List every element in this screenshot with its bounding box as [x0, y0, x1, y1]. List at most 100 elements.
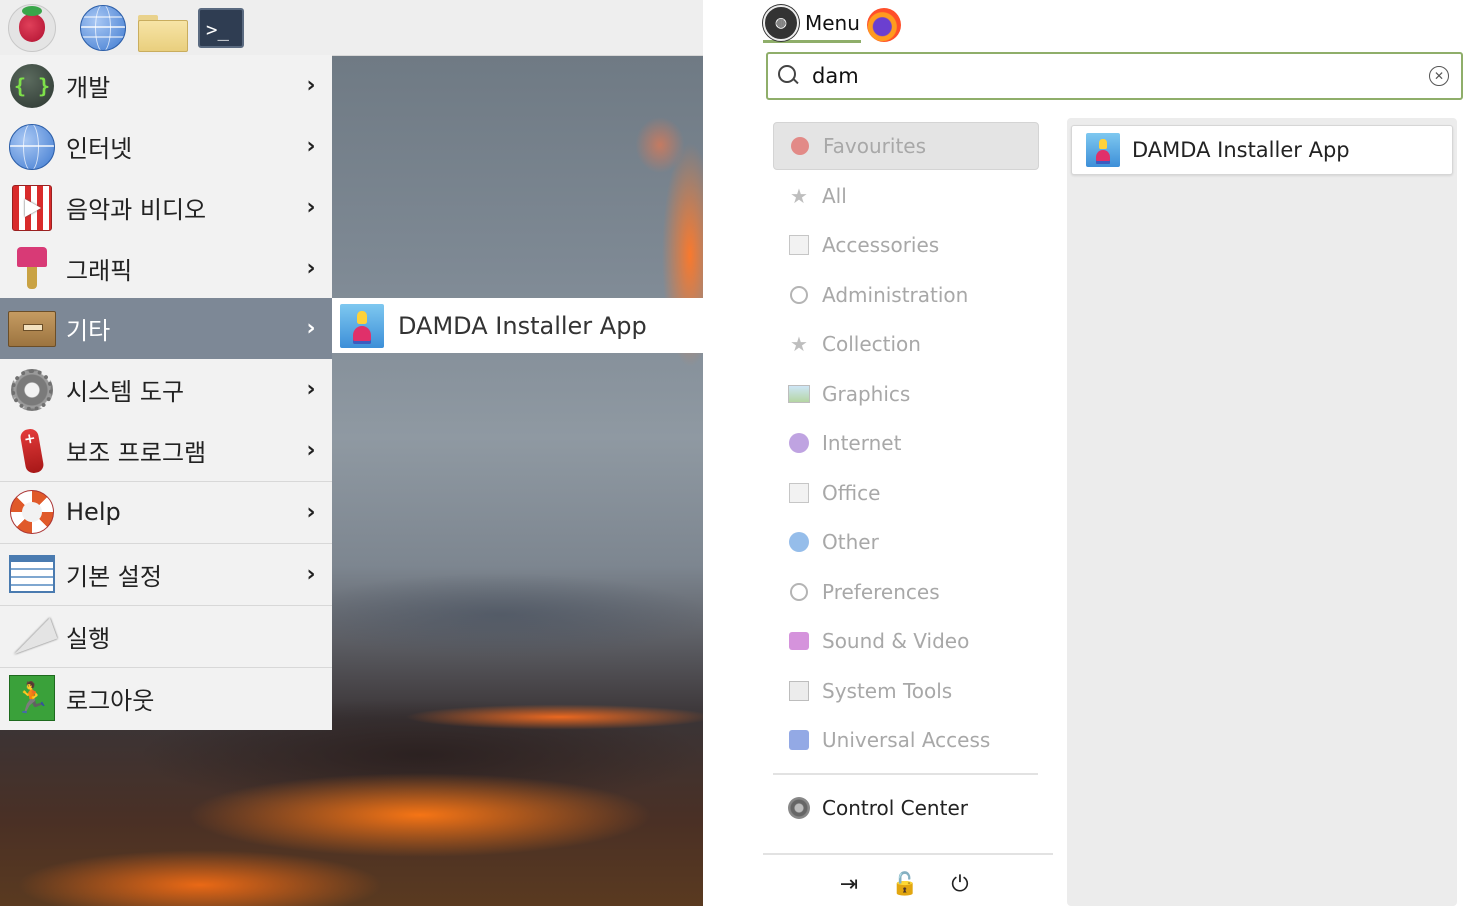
- menu-item-preferences[interactable]: 기본 설정 ›: [0, 543, 332, 604]
- graphics-icon: [788, 383, 810, 405]
- category-preferences[interactable]: Preferences: [773, 568, 1039, 616]
- accessories-icon: [788, 234, 810, 256]
- web-browser-icon: [80, 5, 126, 51]
- menu-item-label: Help: [66, 498, 121, 526]
- menu-item-label: 그래픽: [66, 257, 133, 285]
- category-label: Internet: [822, 431, 902, 455]
- favourites-icon: [789, 135, 811, 157]
- graphics-icon: [17, 246, 47, 291]
- chevron-right-icon: ›: [306, 195, 316, 220]
- category-label: Office: [822, 481, 881, 505]
- menu-item-logout[interactable]: 🏃 로그아웃: [0, 667, 332, 728]
- sound-video-icon: [788, 630, 810, 652]
- category-graphics[interactable]: Graphics: [773, 370, 1039, 418]
- category-label: Administration: [822, 283, 969, 307]
- category-sound-video[interactable]: Sound & Video: [773, 617, 1039, 665]
- category-accessories[interactable]: Accessories: [773, 221, 1039, 269]
- chevron-right-icon: ›: [306, 73, 316, 98]
- menu-button[interactable]: ◍ Menu: [763, 5, 861, 43]
- menu-item-label: 개발: [66, 74, 111, 102]
- linux-mint-menu: ◍ Menu ✕ Favourites ★ All Accessories Ad…: [763, 0, 1464, 906]
- star-icon: ★: [790, 332, 808, 356]
- category-other[interactable]: Other: [773, 518, 1039, 566]
- control-center-item[interactable]: Control Center: [773, 784, 1039, 832]
- category-label: Universal Access: [822, 728, 991, 752]
- menu-item-accessories[interactable]: 보조 프로그램 ›: [0, 420, 332, 481]
- control-center-label: Control Center: [822, 796, 968, 820]
- result-label: DAMDA Installer App: [1132, 138, 1350, 162]
- file-manager-icon: [138, 15, 188, 52]
- category-label: All: [822, 184, 847, 208]
- other-icon: [788, 531, 810, 553]
- chevron-right-icon: ›: [306, 377, 316, 402]
- firefox-icon[interactable]: [867, 8, 901, 42]
- menu-item-help[interactable]: Help ›: [0, 481, 332, 542]
- category-universal-access[interactable]: Universal Access: [773, 716, 1039, 764]
- menu-item-label: 로그아웃: [66, 686, 155, 715]
- chevron-right-icon: ›: [306, 438, 316, 463]
- administration-icon: [788, 284, 810, 306]
- power-icon[interactable]: ⏻: [944, 868, 976, 900]
- menu-item-sound-video[interactable]: 음악과 비디오 ›: [0, 177, 332, 238]
- menu-item-internet[interactable]: 인터넷 ›: [0, 116, 332, 177]
- help-icon: [10, 490, 54, 534]
- lock-icon[interactable]: 🔓: [889, 868, 921, 900]
- chevron-right-icon: ›: [306, 316, 316, 341]
- search-input[interactable]: [812, 64, 1429, 88]
- chevron-right-icon: ›: [306, 499, 316, 525]
- category-label: Graphics: [822, 382, 911, 406]
- category-system-tools[interactable]: System Tools: [773, 667, 1039, 715]
- search-icon: [778, 65, 800, 87]
- category-label: Other: [822, 530, 879, 554]
- system-tools-icon: [11, 368, 53, 411]
- internet-icon: [9, 123, 55, 170]
- category-divider: [773, 773, 1038, 775]
- menu-item-label: 기본 설정: [66, 562, 162, 591]
- category-administration[interactable]: Administration: [773, 271, 1039, 319]
- menu-item-graphics[interactable]: 그래픽 ›: [0, 238, 332, 299]
- damda-app-icon: [1086, 133, 1120, 167]
- menu-item-label: 실행: [66, 624, 111, 653]
- terminal-icon: >_: [198, 8, 244, 48]
- category-all[interactable]: ★ All: [773, 172, 1039, 220]
- submenu-item-label: DAMDA Installer App: [398, 311, 647, 340]
- category-favourites[interactable]: Favourites: [773, 122, 1039, 170]
- logout-icon: 🏃: [9, 675, 55, 721]
- raspberry-pi-icon: [8, 4, 56, 52]
- preferences-icon: [9, 555, 55, 593]
- menu-button-label: Menu: [805, 11, 860, 35]
- menu-item-label: 보조 프로그램: [66, 439, 207, 467]
- category-collection[interactable]: ★ Collection: [773, 320, 1039, 368]
- menu-item-label: 인터넷: [66, 135, 133, 163]
- menu-item-other[interactable]: 기타 ›: [0, 298, 332, 359]
- linux-mint-icon: ◍: [763, 5, 799, 41]
- clear-search-icon[interactable]: ✕: [1429, 66, 1449, 86]
- menu-item-development[interactable]: { } 개발 ›: [0, 55, 332, 116]
- category-label: Favourites: [823, 134, 927, 158]
- other-icon: [8, 310, 56, 347]
- office-icon: [788, 482, 810, 504]
- category-internet[interactable]: Internet: [773, 419, 1039, 467]
- preferences-icon: [788, 581, 810, 603]
- raspberry-pi-menu-button[interactable]: [8, 4, 56, 52]
- search-results-panel: DAMDA Installer App: [1067, 118, 1457, 906]
- category-label: System Tools: [822, 679, 953, 703]
- file-manager-button[interactable]: [138, 4, 188, 52]
- web-browser-button[interactable]: [79, 4, 127, 52]
- submenu-item-damda-installer-app[interactable]: DAMDA Installer App: [332, 298, 703, 353]
- menu-item-system-tools[interactable]: 시스템 도구 ›: [0, 359, 332, 420]
- result-damda-installer-app[interactable]: DAMDA Installer App: [1071, 125, 1453, 175]
- menu-item-label: 시스템 도구: [66, 378, 185, 406]
- category-office[interactable]: Office: [773, 469, 1039, 517]
- menu-item-run[interactable]: 실행: [0, 605, 332, 666]
- logout-icon[interactable]: ⇥: [833, 868, 865, 900]
- terminal-button[interactable]: >_: [197, 4, 245, 52]
- star-icon: ★: [790, 184, 808, 208]
- development-icon: { }: [10, 63, 54, 108]
- raspberry-pi-desktop: >_ { } 개발 › 인터넷 › 음악과 비디오 › 그래픽 › 기타 › 시…: [0, 0, 703, 906]
- category-label: Sound & Video: [822, 629, 970, 653]
- submenu-other: DAMDA Installer App: [332, 298, 703, 353]
- accessories-icon: [19, 427, 45, 474]
- menu-item-label: 음악과 비디오: [66, 196, 207, 224]
- taskbar: >_: [0, 0, 703, 56]
